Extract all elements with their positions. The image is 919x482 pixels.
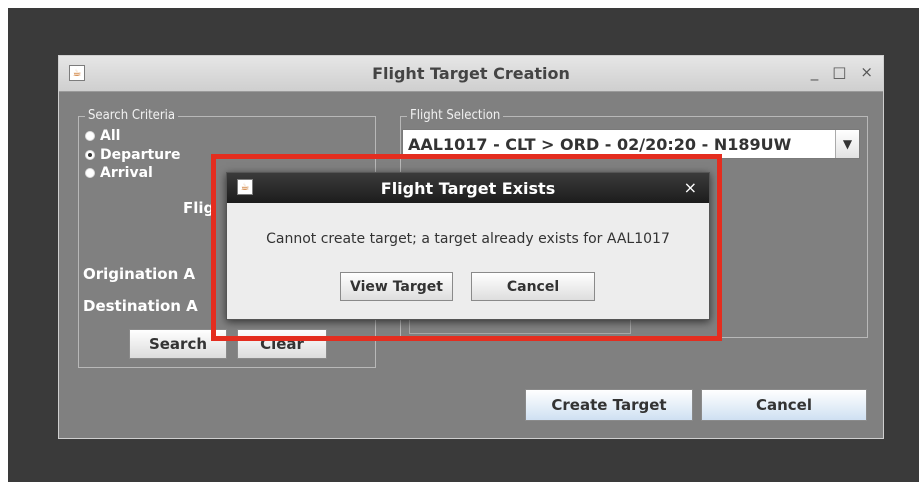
radio-arrival-label: Arrival — [100, 165, 153, 181]
minimize-icon[interactable]: _ — [811, 63, 819, 81]
chevron-down-icon[interactable]: ▼ — [835, 130, 859, 158]
radio-all-icon[interactable] — [85, 131, 95, 141]
highlight-box — [211, 154, 722, 341]
destination-airport-label: Destination A — [83, 297, 198, 315]
radio-departure-icon[interactable] — [85, 150, 95, 160]
origination-airport-label: Origination A — [83, 265, 196, 283]
create-target-button[interactable]: Create Target — [525, 389, 693, 421]
flight-select-value: AAL1017 - CLT > ORD - 02/20:20 - N189UW — [408, 134, 792, 154]
close-icon[interactable]: × — [860, 63, 873, 81]
maximize-icon[interactable]: □ — [832, 63, 846, 81]
window-title: Flight Target Creation — [372, 64, 570, 83]
radio-arrival-icon[interactable] — [85, 168, 95, 178]
radio-arrival[interactable]: Arrival — [85, 165, 153, 181]
flight-selection-title: Flight Selection — [407, 108, 504, 123]
search-criteria-title: Search Criteria — [85, 108, 179, 123]
radio-departure-label: Departure — [100, 147, 181, 163]
flight-number-label: Flig — [183, 199, 215, 217]
radio-all[interactable]: All — [85, 128, 120, 144]
radio-all-label: All — [100, 128, 121, 144]
window-titlebar[interactable]: ☕ Flight Target Creation _ □ × — [59, 56, 883, 92]
window-controls: _ □ × — [811, 63, 873, 81]
radio-departure[interactable]: Departure — [85, 147, 181, 163]
cancel-button[interactable]: Cancel — [701, 389, 867, 421]
